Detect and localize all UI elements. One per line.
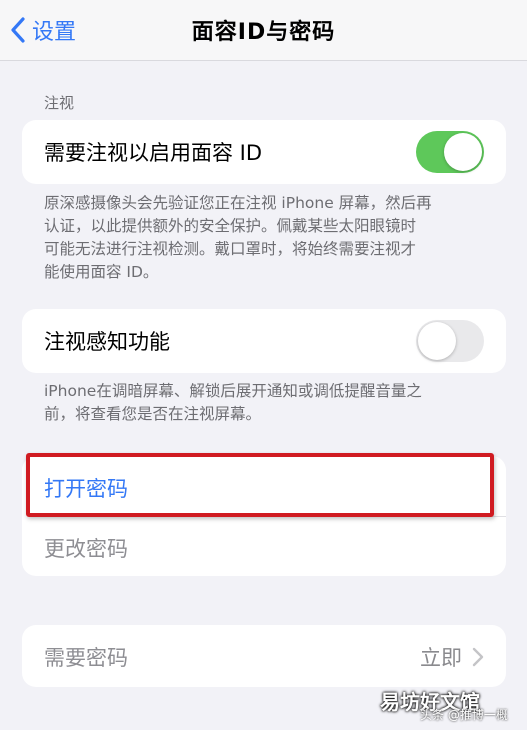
navigation-bar: 设置 面容ID与密码 <box>0 0 527 61</box>
require-passcode-value: 立即 <box>420 646 462 670</box>
require-passcode-row[interactable]: 需要密码 立即 <box>22 625 506 687</box>
attention-aware-toggle[interactable] <box>416 320 484 362</box>
attention-aware-footer: iPhone在调暗屏幕、解锁后展开通知或调低提醒音量之 前，将查看您是否在注视屏… <box>44 382 422 423</box>
require-attention-label: 需要注视以启用面容 ID <box>44 141 263 165</box>
page-title: 面容ID与密码 <box>191 20 336 45</box>
change-passcode-row[interactable]: 更改密码 <box>22 517 506 576</box>
attention-aware-label: 注视感知功能 <box>44 330 170 354</box>
highlight-box <box>26 453 494 517</box>
chevron-right-icon <box>472 647 484 667</box>
change-passcode-label: 更改密码 <box>44 537 128 561</box>
watermark-credit: 头条 @推博一概 <box>420 708 508 722</box>
require-attention-footer: 原深感摄像头会先验证您正在注视 iPhone 屏幕，然后再 认证，以此提供额外的… <box>44 194 432 281</box>
attention-aware-row: 注视感知功能 <box>22 309 506 373</box>
require-attention-row: 需要注视以启用面容 ID <box>22 120 506 184</box>
section-header-attention: 注视 <box>44 94 75 112</box>
toggle-knob <box>444 133 482 171</box>
require-attention-toggle[interactable] <box>416 131 484 173</box>
require-passcode-label: 需要密码 <box>44 646 128 670</box>
toggle-knob <box>418 322 456 360</box>
